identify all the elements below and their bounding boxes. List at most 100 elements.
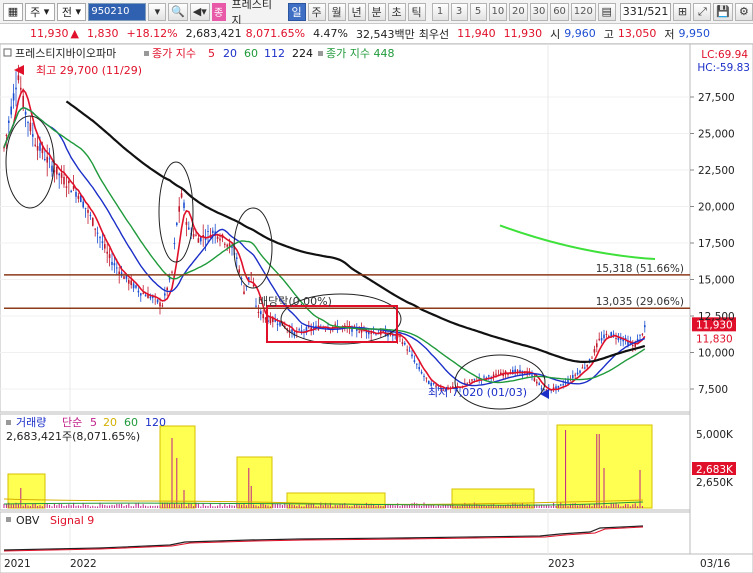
market-select[interactable]: 주 ▾	[24, 2, 55, 21]
candle-body	[207, 231, 209, 233]
candle-body	[106, 251, 108, 254]
sound-icon[interactable]: ◀▾	[189, 2, 210, 21]
candle-body	[128, 280, 130, 284]
candle-body	[641, 333, 644, 335]
num-30[interactable]: 30	[529, 2, 549, 21]
settings-icon[interactable]: ⚙	[734, 2, 753, 21]
candle-body	[27, 122, 29, 124]
candle-body	[75, 191, 77, 197]
legend-ma112: 112	[264, 47, 285, 60]
candle-body	[536, 381, 538, 384]
candle-body	[243, 291, 245, 295]
candle-body	[557, 385, 560, 388]
candle-body	[63, 176, 65, 185]
volume-highlight-box	[236, 456, 273, 509]
candle-body	[89, 214, 92, 216]
candle-body	[492, 374, 495, 377]
high-price: 13,050	[617, 27, 657, 40]
interval-second[interactable]: 초	[387, 2, 406, 21]
low-price: 9,950	[678, 27, 711, 40]
num-60[interactable]: 60	[550, 2, 569, 21]
low-note: 최저 7,020 (01/03)	[428, 386, 527, 399]
num-1[interactable]: 1	[431, 2, 449, 21]
candle-body	[473, 378, 476, 380]
interval-minute[interactable]: 분	[367, 2, 386, 21]
market-label: 주	[30, 5, 41, 19]
num-20[interactable]: 20	[509, 2, 528, 21]
candle-body	[514, 369, 516, 373]
chart-toolbar: ▦ 주 ▾ 전 ▾ ▾ 🔍 ◀▾ 종 프레스티지 일 주 월 년 분 초 틱 1…	[0, 0, 753, 27]
candle-body	[140, 293, 142, 296]
stock-chart[interactable]: 15,318 (51.66%) 13,035 (29.06%) 최고 29,700 …	[0, 43, 753, 573]
save-icon[interactable]: 💾	[713, 2, 733, 21]
candle-body	[156, 299, 159, 303]
candle-body	[24, 111, 27, 115]
candle-body	[58, 173, 60, 176]
candle-body	[495, 373, 497, 375]
candle-body	[224, 243, 226, 245]
candle-body	[428, 380, 430, 385]
candle-body	[212, 230, 214, 234]
candle-body	[164, 293, 166, 296]
legend-ma448-swatch	[318, 51, 323, 56]
x-label-current-date: 03/16	[700, 558, 731, 570]
candle-body	[101, 241, 104, 243]
candle-body	[99, 237, 101, 239]
x-label-2021: 2021	[4, 558, 31, 570]
num-120[interactable]: 120	[570, 2, 596, 21]
interval-month[interactable]: 월	[327, 2, 346, 21]
obv-legend-swatch	[6, 517, 11, 522]
candle-body	[82, 201, 84, 208]
candle-body	[584, 367, 586, 369]
num-3[interactable]: 3	[450, 2, 468, 21]
candle-body	[178, 206, 180, 212]
best-bid: 11,930	[503, 27, 543, 40]
candle-body	[615, 338, 617, 340]
overlay-note: 배당락(0.00%)	[258, 295, 332, 308]
resize-icon[interactable]: ⤢	[693, 2, 712, 21]
candle-body	[644, 325, 646, 328]
candle-body	[236, 257, 238, 259]
x-label-2022: 2022	[70, 558, 97, 570]
candle-body	[171, 271, 173, 273]
amount: 32,543백만	[356, 27, 415, 41]
candle-body	[39, 143, 41, 151]
interval-year[interactable]: 년	[347, 2, 366, 21]
search-icon[interactable]: 🔍	[168, 2, 188, 21]
candle-body	[125, 275, 128, 279]
candle-body	[149, 296, 152, 299]
chart-area[interactable]: 15,318 (51.66%) 13,035 (29.06%) 최고 29,700 …	[0, 43, 753, 573]
num-10[interactable]: 10	[488, 2, 508, 21]
chart-icon[interactable]: ▦	[3, 2, 23, 21]
hc-value: HC:-59.83	[697, 62, 750, 74]
dropdown-icon[interactable]: ▾	[148, 2, 167, 21]
interval-day[interactable]: 일	[287, 2, 306, 21]
stock-code-input[interactable]	[88, 2, 147, 21]
open-price: 9,960	[564, 27, 596, 40]
candle-body	[531, 375, 533, 377]
candle-body	[87, 209, 89, 213]
interval-tick[interactable]: 틱	[407, 2, 426, 21]
period-select[interactable]: 전 ▾	[56, 2, 87, 21]
candle-body	[471, 379, 473, 381]
candle-body	[593, 349, 596, 353]
candle-body	[315, 325, 317, 327]
high-label: 고	[603, 27, 614, 41]
y-tick-label: 7,500	[698, 384, 728, 396]
obv-signal-label: Signal 9	[50, 514, 94, 527]
volume-ma-label: 단순	[62, 416, 82, 429]
high-note: 최고 29,700 (11/29)	[36, 64, 142, 77]
candle-body	[255, 305, 257, 307]
interval-week[interactable]: 주	[307, 2, 326, 21]
candle-body	[142, 292, 144, 294]
candle-body	[94, 228, 96, 230]
candle-body	[188, 227, 190, 230]
grid-icon[interactable]: ⊞	[673, 2, 692, 21]
candle-body	[144, 295, 147, 297]
candle-body	[10, 106, 12, 115]
legend-toggle-icon[interactable]	[3, 48, 12, 57]
candle-body	[260, 311, 262, 315]
num-5[interactable]: 5	[469, 2, 487, 21]
candle-body	[567, 379, 569, 383]
list-icon[interactable]: ▤	[597, 2, 616, 21]
